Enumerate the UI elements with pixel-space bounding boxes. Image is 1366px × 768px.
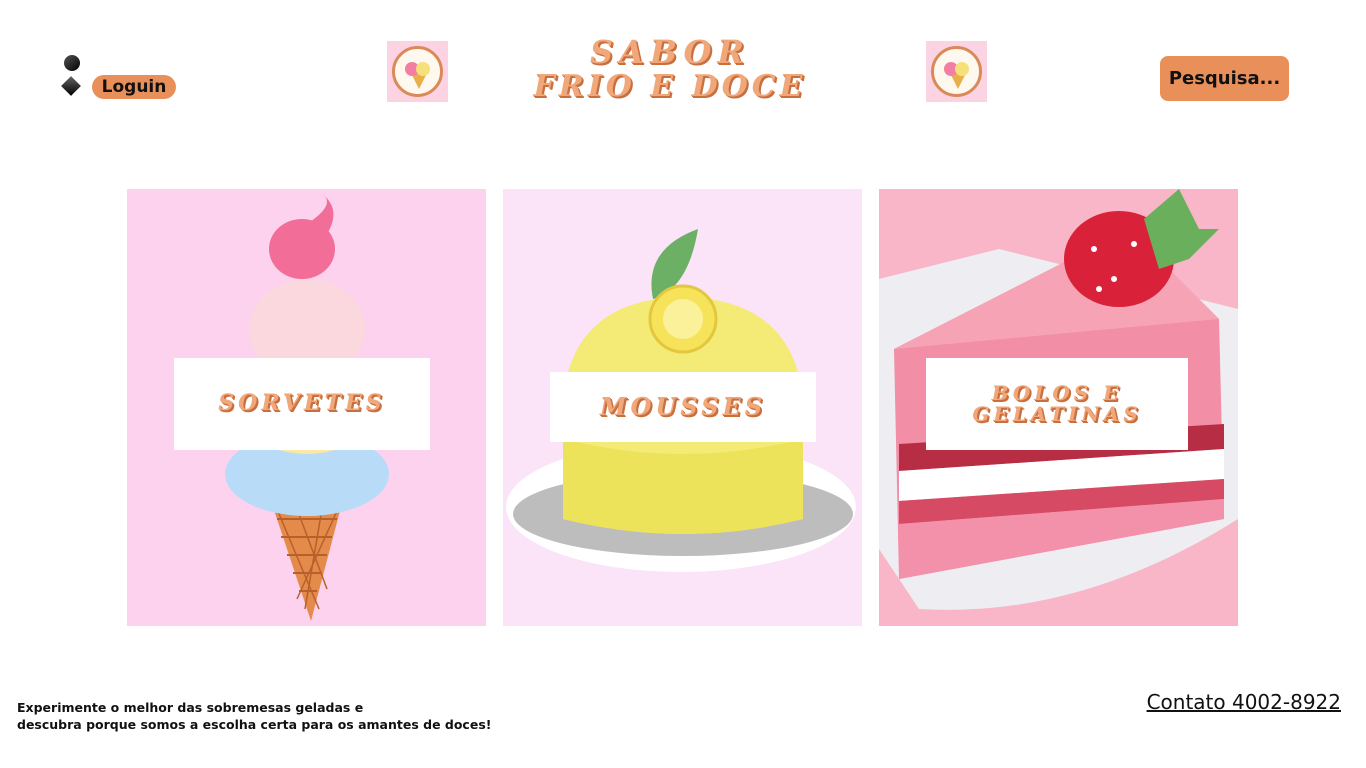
tagline: Experimente o melhor das sobremesas gela…: [17, 699, 537, 733]
tagline-line1: Experimente o melhor das sobremesas gela…: [17, 700, 364, 715]
category-label-bolos: BOLOS E GELATINAS: [926, 358, 1188, 450]
site-title: SABOR FRIO E DOCE: [500, 36, 840, 102]
search-button[interactable]: Pesquisa...: [1160, 56, 1289, 101]
category-card-bolos[interactable]: BOLOS E GELATINAS: [879, 189, 1238, 626]
category-card-sorvetes[interactable]: SORVETES: [127, 189, 486, 626]
logo-left[interactable]: [387, 41, 448, 102]
logo-icon: [392, 46, 443, 97]
site-title-line1: SABOR: [589, 33, 751, 71]
category-card-mousses[interactable]: MOUSSES: [503, 189, 862, 626]
site-title-line2: FRIO E DOCE: [533, 69, 807, 104]
login-button[interactable]: Loguin: [92, 75, 176, 99]
logo-right[interactable]: [926, 41, 987, 102]
category-label-mousses: MOUSSES: [550, 372, 816, 442]
logo-icon: [931, 46, 982, 97]
tagline-line2: descubra porque somos a escolha certa pa…: [17, 717, 492, 732]
contact-link[interactable]: Contato 4002-8922: [1147, 690, 1341, 714]
category-label-sorvetes: SORVETES: [174, 358, 430, 450]
user-icon: [61, 55, 82, 99]
